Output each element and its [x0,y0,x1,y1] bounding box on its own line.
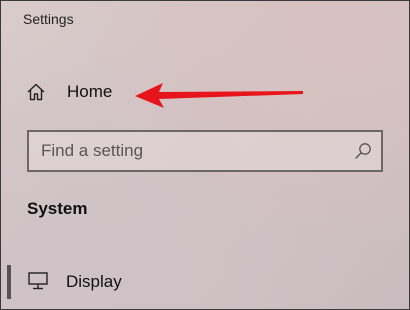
sidebar-item-home-label: Home [67,82,113,101]
search-box[interactable] [27,130,383,172]
monitor-icon [27,271,49,291]
search-icon[interactable] [353,141,373,161]
selected-indicator [7,265,11,299]
sidebar-item-display-label: Display [66,272,122,291]
search-input[interactable] [41,132,341,170]
app-title: Settings [23,11,74,27]
annotation-arrow [135,83,303,108]
section-title-system: System [27,199,88,218]
sidebar-item-display[interactable]: Display [1,263,201,301]
sidebar-item-home[interactable]: Home [19,77,139,107]
home-icon [25,81,47,103]
settings-window: Settings Home System [0,0,410,310]
